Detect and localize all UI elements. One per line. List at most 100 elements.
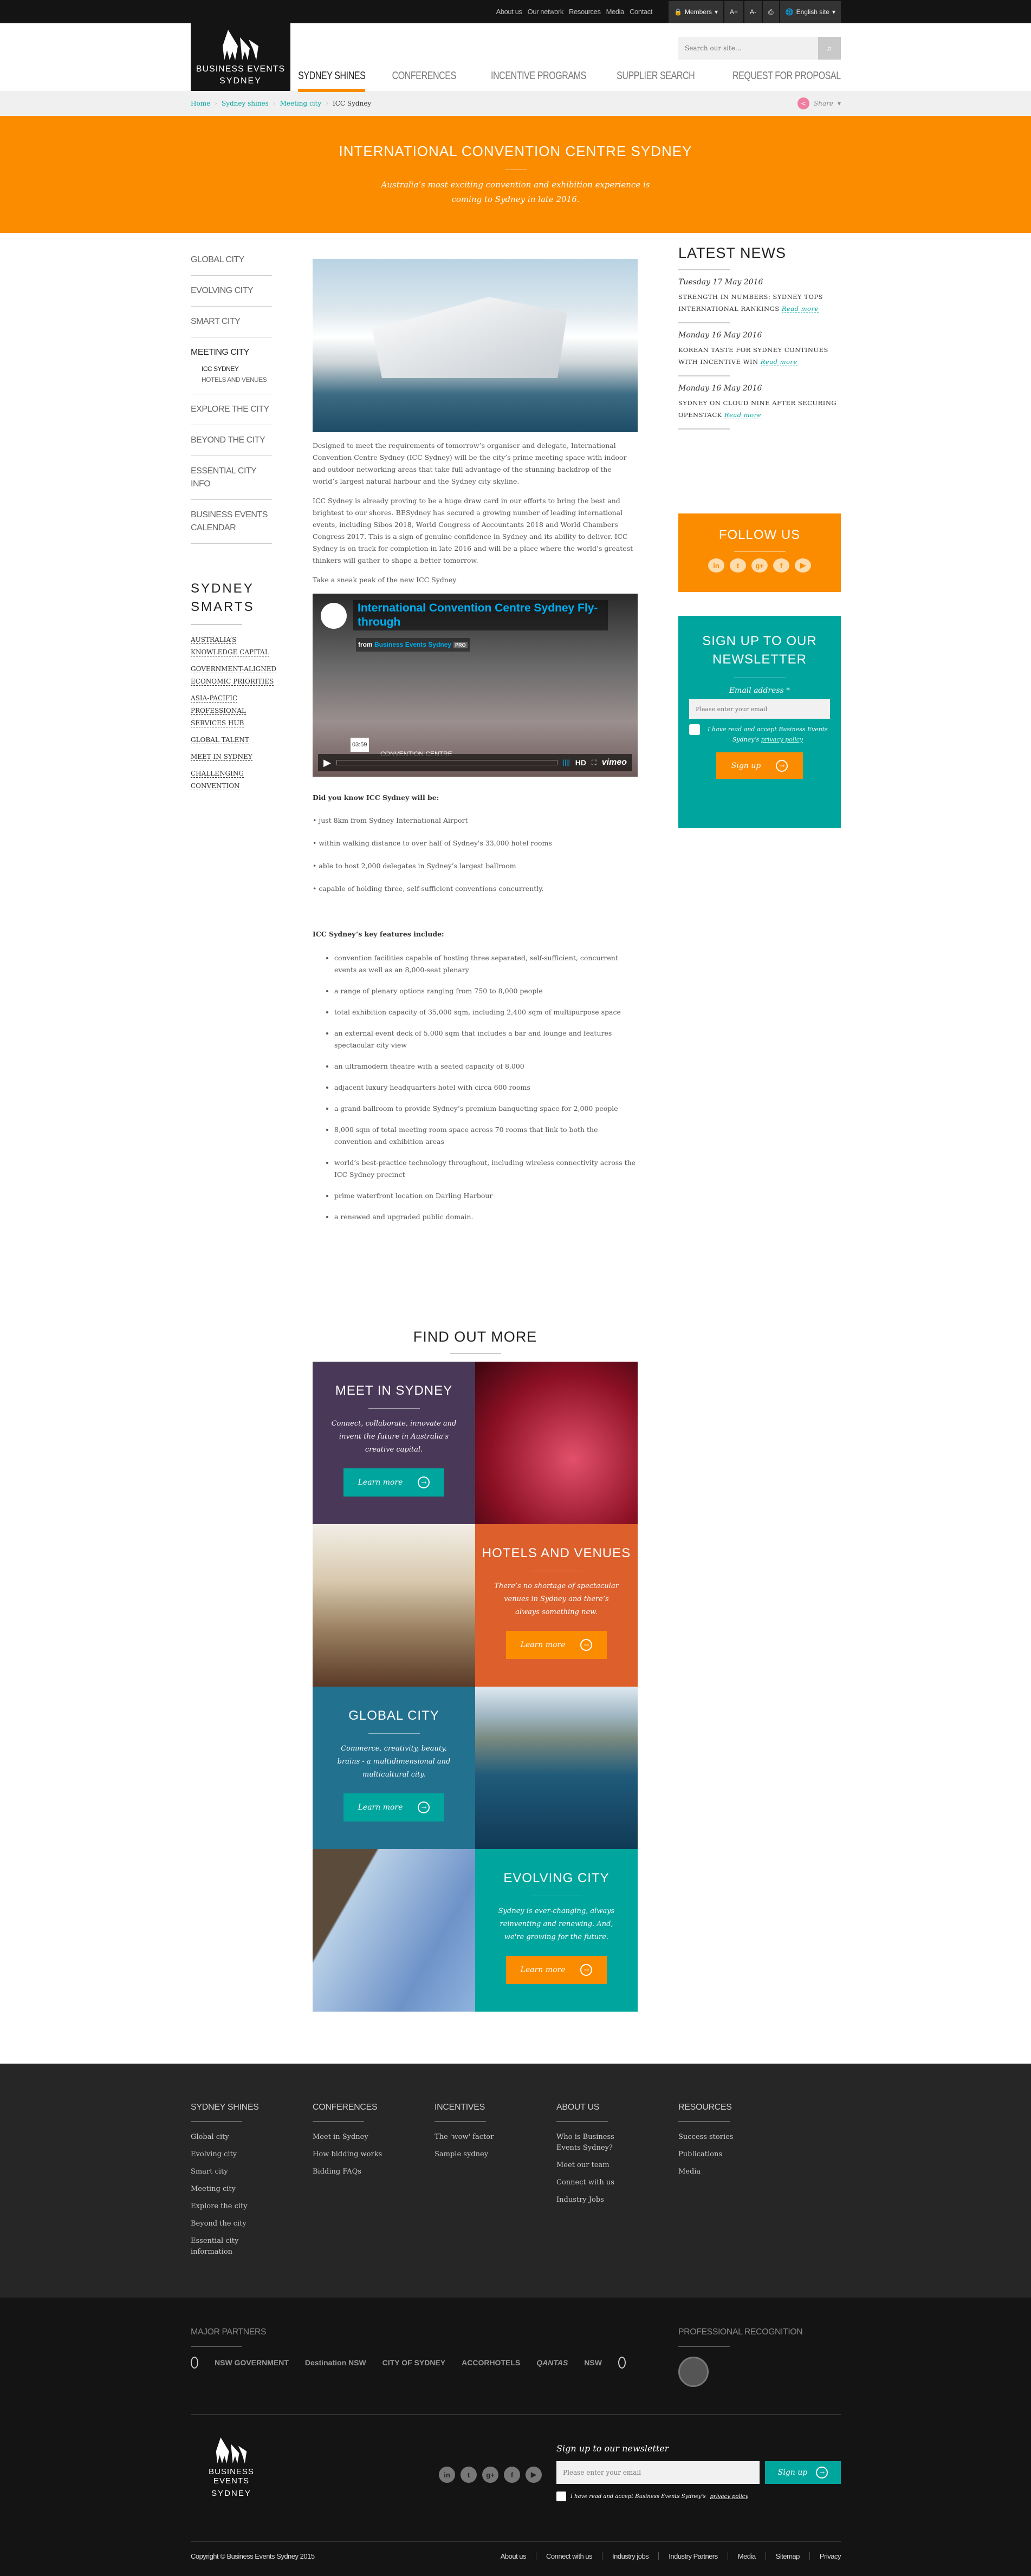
subnav-icc-sydney[interactable]: ICC SYDNEY	[202, 363, 272, 374]
footer-link[interactable]: Industry Jobs	[556, 2195, 632, 2206]
partner-logo[interactable]: NSW	[584, 2358, 602, 2367]
partner-logo[interactable]: Destination NSW	[305, 2358, 366, 2367]
footer-link[interactable]: Media	[678, 2167, 754, 2177]
utility-link[interactable]: Resources	[569, 8, 601, 16]
newsletter-signup-button[interactable]: Sign up →	[716, 752, 803, 779]
footer-link[interactable]: Bidding FAQs	[313, 2167, 388, 2177]
utility-link[interactable]: Our network	[528, 8, 564, 16]
video-author-link[interactable]: Business Events Sydney	[374, 641, 451, 648]
carousel-prev-button[interactable]	[191, 2357, 198, 2369]
nav-supplier-search[interactable]: SUPPLIER SEARCH	[617, 70, 695, 92]
privacy-policy-link[interactable]: privacy policy	[710, 2494, 749, 2500]
footer-link[interactable]: Evolving city	[191, 2149, 267, 2160]
read-more-link[interactable]: Read more	[781, 305, 819, 313]
site-logo[interactable]: BUSINESS EVENTS SYDNEY	[191, 23, 290, 91]
sydney-smarts-link[interactable]: Meet in Sydney	[191, 753, 252, 761]
partner-logo[interactable]: ACCORHOTELS	[462, 2358, 520, 2367]
privacy-checkbox[interactable]	[689, 724, 700, 735]
google-plus-icon[interactable]: g+	[751, 558, 768, 573]
sydney-smarts-link[interactable]: Australia’s knowledge capital	[191, 636, 269, 656]
legal-link[interactable]: Industry jobs	[602, 2552, 658, 2560]
sydney-smarts-link[interactable]: Government-aligned economic priorities	[191, 665, 277, 686]
youtube-icon[interactable]: ▶	[795, 558, 811, 573]
legal-link[interactable]: Industry Partners	[658, 2552, 728, 2560]
footer-link[interactable]: Meet in Sydney	[313, 2132, 388, 2143]
video-progress-bar[interactable]	[336, 760, 557, 765]
fullscreen-icon[interactable]: ⛶	[592, 757, 596, 769]
carousel-next-button[interactable]	[618, 2357, 626, 2369]
read-more-link[interactable]: Read more	[724, 411, 761, 419]
linkedin-icon[interactable]: in	[708, 558, 724, 573]
google-plus-icon[interactable]: g+	[482, 2467, 498, 2483]
section-nav-essential-city-info[interactable]: ESSENTIAL CITY INFO	[191, 456, 272, 500]
facebook-icon[interactable]: f	[773, 558, 789, 573]
section-nav-explore-the-city[interactable]: EXPLORE THE CITY	[191, 394, 272, 425]
footer-link[interactable]: Success stories	[678, 2132, 754, 2143]
sydney-smarts-link[interactable]: Asia-Pacific professional services hub	[191, 694, 246, 727]
twitter-icon[interactable]: t	[730, 558, 746, 573]
section-nav-meeting-city[interactable]: MEETING CITY	[191, 348, 249, 357]
footer-link[interactable]: Global city	[191, 2132, 267, 2143]
members-dropdown[interactable]: 🔒 Members ▾	[669, 1, 724, 23]
nav-sydney-shines[interactable]: SYDNEY SHINES	[297, 70, 366, 92]
footer-link[interactable]: Meet our team	[556, 2160, 632, 2171]
youtube-icon[interactable]: ▶	[526, 2467, 542, 2483]
subnav-hotels-and-venues[interactable]: HOTELS AND VENUES	[202, 374, 272, 385]
share-dropdown[interactable]: < Share ▾	[797, 97, 841, 109]
section-nav-global-city[interactable]: GLOBAL CITY	[191, 245, 272, 276]
learn-more-button[interactable]: Learn more →	[506, 1956, 607, 1984]
footer-email-input[interactable]	[556, 2461, 760, 2484]
section-nav-business-events-calendar[interactable]: BUSINESS EVENTS CALENDAR	[191, 500, 272, 544]
video-title[interactable]: International Convention Centre Sydney F…	[353, 600, 608, 630]
channel-avatar[interactable]	[321, 603, 347, 629]
twitter-icon[interactable]: t	[461, 2467, 477, 2483]
linkedin-icon[interactable]: in	[439, 2467, 455, 2483]
breadcrumb-home[interactable]: Home	[191, 100, 210, 107]
footer-link[interactable]: Essential city information	[191, 2236, 267, 2258]
nav-request-for-proposal[interactable]: REQUEST FOR PROPOSAL	[732, 70, 841, 92]
utility-link[interactable]: About us	[496, 8, 523, 16]
learn-more-button[interactable]: Learn more →	[506, 1631, 607, 1659]
video-player[interactable]: International Convention Centre Sydney F…	[313, 594, 638, 777]
search-button[interactable]: ⌕	[818, 37, 841, 60]
partner-logo[interactable]: QANTAS	[536, 2358, 568, 2367]
font-decrease-button[interactable]: A-	[744, 1, 762, 23]
section-nav-smart-city[interactable]: SMART CITY	[191, 307, 272, 337]
utility-link[interactable]: Contact	[630, 8, 652, 16]
footer-signup-button[interactable]: Sign up →	[765, 2461, 841, 2484]
footer-link[interactable]: Explore the city	[191, 2201, 267, 2212]
footer-link[interactable]: Smart city	[191, 2167, 267, 2177]
search-input[interactable]	[678, 37, 818, 60]
partner-logo[interactable]: CITY OF SYDNEY	[382, 2358, 445, 2367]
learn-more-button[interactable]: Learn more →	[343, 1793, 444, 1822]
footer-link[interactable]: Meeting city	[191, 2184, 267, 2195]
font-increase-button[interactable]: A+	[724, 1, 744, 23]
language-dropdown[interactable]: 🌐 English site ▾	[780, 1, 841, 23]
footer-link[interactable]: Beyond the city	[191, 2219, 267, 2229]
nav-conferences[interactable]: CONFERENCES	[392, 70, 457, 92]
breadcrumb-meeting-city[interactable]: Meeting city	[280, 100, 322, 107]
learn-more-button[interactable]: Learn more →	[343, 1468, 444, 1497]
section-nav-evolving-city[interactable]: EVOLVING CITY	[191, 276, 272, 307]
partner-logo[interactable]: NSW GOVERNMENT	[215, 2358, 289, 2367]
play-icon[interactable]: ▶	[323, 757, 331, 769]
nav-incentive-programs[interactable]: INCENTIVE PROGRAMS	[491, 70, 586, 92]
section-nav-beyond-the-city[interactable]: BEYOND THE CITY	[191, 425, 272, 456]
facebook-icon[interactable]: f	[504, 2467, 520, 2483]
hd-toggle[interactable]: HD	[575, 757, 586, 769]
footer-logo[interactable]: BUSINESS EVENTS SYDNEY	[191, 2437, 272, 2498]
vimeo-logo[interactable]: vimeo	[602, 757, 627, 769]
footer-link[interactable]: The 'wow' factor	[435, 2132, 510, 2143]
footer-link[interactable]: Sample sydney	[435, 2149, 510, 2160]
print-button[interactable]: ⎙	[763, 1, 779, 23]
newsletter-email-input[interactable]	[689, 699, 830, 719]
legal-link[interactable]: Media	[727, 2552, 766, 2560]
utility-link[interactable]: Media	[606, 8, 625, 16]
sydney-smarts-link[interactable]: Global talent	[191, 736, 249, 744]
footer-link[interactable]: Who is Business Events Sydney?	[556, 2132, 632, 2154]
volume-icon[interactable]: ||||	[563, 757, 570, 769]
footer-link[interactable]: Connect with us	[556, 2177, 632, 2188]
footer-link[interactable]: How bidding works	[313, 2149, 388, 2160]
legal-link[interactable]: Connect with us	[536, 2552, 602, 2560]
legal-link[interactable]: About us	[491, 2552, 536, 2560]
